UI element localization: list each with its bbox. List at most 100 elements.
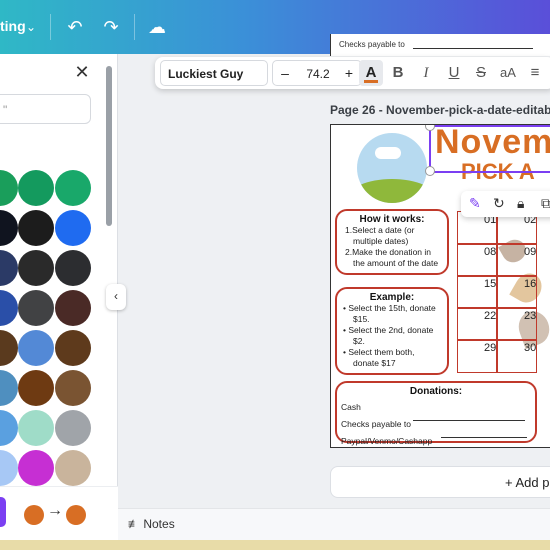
font-family-select[interactable]: Luckiest Guy (160, 60, 268, 86)
add-page-label: + Add p (505, 475, 550, 490)
align-icon[interactable]: ≡ (523, 60, 547, 86)
landscape-illustration[interactable] (357, 133, 427, 203)
font-size-input[interactable]: 74.2 (299, 67, 337, 81)
undo-icon[interactable]: ↶ (64, 16, 86, 38)
donations-box[interactable]: Donations: Cash Checks payable to Paypal… (335, 381, 537, 446)
resize-handle[interactable] (425, 166, 435, 176)
calendar-cell[interactable]: 08 (457, 243, 497, 277)
calendar-cell[interactable]: 29 (457, 339, 497, 373)
hill-shape (357, 179, 427, 203)
color-swatch[interactable] (0, 410, 18, 446)
calendar-cell[interactable]: 15 (457, 275, 497, 309)
calendar-cell[interactable]: 16 (497, 275, 537, 309)
design-page[interactable]: Novem PICK A How it works: 1.Select a da… (330, 124, 550, 448)
duplicate-icon[interactable]: ⧉ (541, 195, 550, 212)
how-item: multiple dates) (353, 236, 409, 246)
date-number: 08 (484, 246, 497, 258)
text-color-indicator (364, 80, 378, 83)
date-number: 29 (484, 342, 497, 354)
date-number: 09 (524, 246, 537, 258)
prev-page-line (413, 48, 533, 49)
color-swatch[interactable] (0, 170, 18, 206)
color-swatch[interactable] (18, 410, 54, 446)
close-icon[interactable]: ✕ (72, 62, 92, 82)
color-swatch[interactable] (18, 450, 54, 486)
color-swatch[interactable] (0, 370, 18, 406)
lock-icon[interactable]: 🔒︎ (517, 195, 524, 212)
date-number: 15 (484, 278, 497, 290)
fill-line (413, 420, 525, 421)
font-size-stepper: – 74.2 + (272, 60, 362, 86)
color-swatch[interactable] (0, 210, 18, 246)
menu-label[interactable]: ting (0, 18, 26, 34)
text-color-button[interactable]: A (359, 60, 383, 86)
color-swatch[interactable] (18, 170, 54, 206)
color-swatch[interactable] (55, 290, 91, 326)
bold-button[interactable]: B (386, 60, 410, 86)
collapse-panel-button[interactable]: ‹ (106, 284, 126, 310)
color-swatch[interactable] (0, 450, 18, 486)
page-title: Page 26 - November-pick-a-date-editable (330, 103, 550, 117)
decrease-font-size-button[interactable]: – (277, 65, 293, 81)
color-search-input[interactable]: " (0, 94, 91, 124)
date-number: 23 (524, 310, 537, 322)
comment-add-icon[interactable]: ↻ (493, 195, 505, 212)
example-box[interactable]: Example: • Select the 15th, donate $15. … (335, 287, 449, 375)
cloud-saved-icon[interactable]: ☁ (146, 16, 168, 38)
color-swatch[interactable] (0, 330, 18, 366)
notes-button[interactable]: ≢ Notes (128, 517, 175, 531)
color-swatch[interactable] (0, 290, 18, 326)
text-toolbar: Luckiest Guy – 74.2 + A B I U S aA ≡ (155, 57, 550, 89)
color-swatch[interactable] (55, 330, 91, 366)
fill-line (441, 437, 527, 438)
calendar-cell[interactable]: 09 (497, 243, 537, 277)
color-swatch[interactable] (55, 410, 91, 446)
prev-page-text: Checks payable to (339, 40, 405, 49)
panel-scrollbar[interactable] (106, 66, 112, 226)
calendar-cell[interactable]: 22 (457, 307, 497, 341)
donation-line: Checks payable to (341, 419, 411, 429)
how-item: 2.Make the donation in (345, 247, 432, 257)
color-swatch[interactable] (55, 450, 91, 486)
how-title: How it works: (359, 214, 425, 225)
donations-title: Donations: (409, 386, 463, 397)
color-swatch[interactable] (55, 250, 91, 286)
color-swatch[interactable] (18, 370, 54, 406)
color-swatch[interactable] (18, 210, 54, 246)
footer-strip (0, 540, 550, 550)
add-page-button[interactable]: + Add p (330, 466, 550, 498)
color-swatch[interactable] (55, 170, 91, 206)
redo-icon[interactable]: ↷ (100, 16, 122, 38)
gradient-end-swatch[interactable] (66, 505, 86, 525)
calendar-cell[interactable]: 30 (497, 339, 537, 373)
color-swatch[interactable] (55, 210, 91, 246)
gradient-start-swatch[interactable] (24, 505, 44, 525)
chevron-down-icon[interactable]: ⌄ (26, 20, 36, 34)
color-swatch[interactable] (0, 250, 18, 286)
color-swatch[interactable] (55, 370, 91, 406)
example-item: • Select the 15th, donate (343, 303, 436, 313)
color-swatch[interactable] (18, 290, 54, 326)
how-it-works-box[interactable]: How it works: 1.Select a date (or multip… (335, 209, 449, 275)
example-item: • Select the 2nd, donate (343, 325, 434, 335)
example-item: • Select them both, (343, 347, 415, 357)
calendar-cell[interactable]: 23 (497, 307, 537, 341)
selection-box (429, 125, 550, 173)
gradient-row: → (0, 486, 118, 540)
increase-font-size-button[interactable]: + (341, 65, 357, 81)
how-item: 1.Select a date (or (345, 225, 415, 235)
italic-button[interactable]: I (414, 60, 438, 86)
underline-button[interactable]: U (442, 60, 466, 86)
notes-label: Notes (143, 517, 175, 531)
strikethrough-button[interactable]: S (469, 60, 493, 86)
color-swatch[interactable] (18, 330, 54, 366)
date-number: 16 (524, 278, 537, 290)
date-number: 22 (484, 310, 497, 322)
color-swatch[interactable] (18, 250, 54, 286)
purple-swatch[interactable] (0, 497, 6, 527)
previous-page: Checks payable to (330, 34, 550, 56)
magic-edit-icon[interactable]: ✎ (469, 195, 481, 212)
color-panel: ✕ " → (0, 54, 118, 540)
letter-case-button[interactable]: aA (496, 60, 520, 86)
how-item: the amount of the date (353, 258, 439, 268)
